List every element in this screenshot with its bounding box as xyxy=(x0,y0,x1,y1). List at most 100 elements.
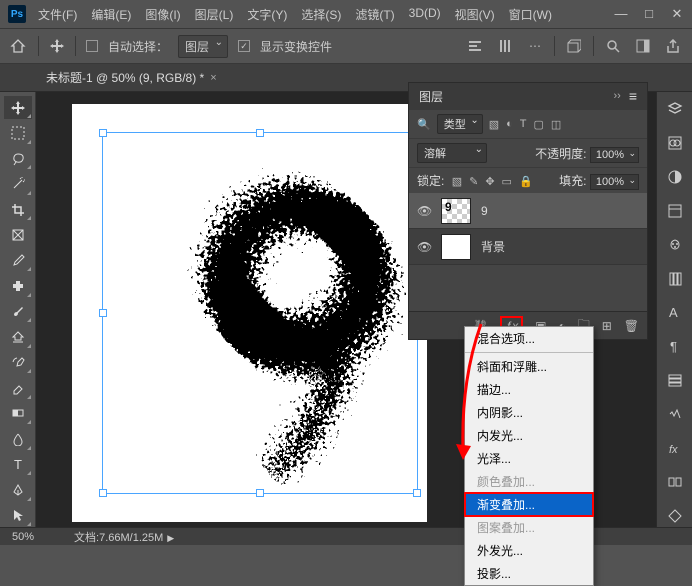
search-icon[interactable] xyxy=(602,35,624,57)
menu-edit[interactable]: 编辑(E) xyxy=(91,6,131,23)
align-icon[interactable] xyxy=(464,35,486,57)
channels-dock-icon[interactable] xyxy=(664,132,686,154)
visibility-toggle-icon[interactable]: 👁 xyxy=(417,204,431,218)
layer-thumbnail[interactable] xyxy=(441,234,471,260)
properties-dock-icon[interactable] xyxy=(664,200,686,222)
menu-drop-shadow[interactable]: 投影... xyxy=(465,562,593,585)
menu-gradient-overlay[interactable]: 渐变叠加... xyxy=(465,493,593,516)
lasso-tool[interactable] xyxy=(4,147,32,170)
lock-position-icon[interactable]: ✥ xyxy=(485,175,494,188)
clone-stamp-tool[interactable] xyxy=(4,325,32,348)
filter-type-select[interactable]: 类型 xyxy=(437,114,483,134)
lock-artboard-icon[interactable]: ▭ xyxy=(502,175,512,188)
delete-layer-icon[interactable]: 🗑 xyxy=(624,319,639,333)
menu-filter[interactable]: 滤镜(T) xyxy=(355,6,394,23)
filter-adjust-icon[interactable]: ◐ xyxy=(506,118,513,131)
crop-tool[interactable] xyxy=(4,198,32,221)
workspace-icon[interactable] xyxy=(632,35,654,57)
home-icon[interactable] xyxy=(8,36,28,56)
doc-size[interactable]: 文档:7.66M/1.25M xyxy=(74,532,163,544)
fill-value[interactable]: 100% xyxy=(590,174,639,190)
navigator-dock-icon[interactable] xyxy=(664,505,686,527)
menu-file[interactable]: 文件(F) xyxy=(38,6,77,23)
transform-bounding-box[interactable] xyxy=(102,132,418,494)
chevron-right-icon[interactable]: ▶ xyxy=(167,533,174,543)
menu-stroke[interactable]: 描边... xyxy=(465,378,593,401)
layer-thumbnail[interactable] xyxy=(441,198,471,224)
transform-handle[interactable] xyxy=(256,129,264,137)
share-icon[interactable] xyxy=(662,35,684,57)
brush-tool[interactable] xyxy=(4,300,32,323)
gradient-tool[interactable] xyxy=(4,402,32,425)
eyedropper-tool[interactable] xyxy=(4,249,32,272)
lock-all-icon[interactable]: 🔒 xyxy=(519,175,533,188)
document-tab[interactable]: 未标题-1 @ 50% (9, RGB/8) * × xyxy=(40,64,223,92)
swatches-dock-icon[interactable] xyxy=(664,234,686,256)
move-tool[interactable] xyxy=(4,96,32,119)
auto-select-target[interactable]: 图层 xyxy=(178,35,228,58)
show-transform-checkbox[interactable]: ✓ xyxy=(238,40,250,52)
layer-name[interactable]: 背景 xyxy=(481,238,505,255)
menu-bevel[interactable]: 斜面和浮雕... xyxy=(465,355,593,378)
visibility-toggle-icon[interactable]: 👁 xyxy=(417,240,431,254)
panel-title[interactable]: 图层 xyxy=(419,88,614,105)
info-dock-icon[interactable] xyxy=(664,403,686,425)
filter-shape-icon[interactable]: ▢ xyxy=(534,118,544,131)
actions-dock-icon[interactable] xyxy=(664,471,686,493)
adjustments-dock-icon[interactable] xyxy=(664,166,686,188)
history-brush-tool[interactable] xyxy=(4,351,32,374)
3d-mode-icon[interactable] xyxy=(563,35,585,57)
layer-row[interactable]: 👁 背景 xyxy=(409,229,647,265)
menu-blend-options[interactable]: 混合选项... xyxy=(465,327,593,350)
filter-smart-icon[interactable]: ◫ xyxy=(551,118,561,131)
styles-dock-icon[interactable]: fx xyxy=(664,437,686,459)
healing-tool[interactable] xyxy=(4,274,32,297)
menu-select[interactable]: 选择(S) xyxy=(301,6,341,23)
transform-handle[interactable] xyxy=(99,129,107,137)
transform-handle[interactable] xyxy=(256,489,264,497)
menu-pattern-overlay[interactable]: 图案叠加... xyxy=(465,516,593,539)
auto-select-checkbox[interactable] xyxy=(86,40,98,52)
opacity-value[interactable]: 100% xyxy=(590,147,639,163)
menu-satin[interactable]: 光泽... xyxy=(465,447,593,470)
lock-transparency-icon[interactable]: ▧ xyxy=(452,175,462,188)
character-dock-icon[interactable]: A xyxy=(664,302,686,324)
filter-type-icon[interactable]: T xyxy=(520,118,527,131)
menu-image[interactable]: 图像(I) xyxy=(145,6,180,23)
new-layer-icon[interactable]: ⊞ xyxy=(602,319,612,333)
overflow-icon[interactable]: ⋯ xyxy=(524,35,546,57)
layers-dock-icon[interactable] xyxy=(664,98,686,120)
menu-layer[interactable]: 图层(L) xyxy=(195,6,234,23)
lock-paint-icon[interactable]: ✎ xyxy=(469,175,478,188)
transform-handle[interactable] xyxy=(99,309,107,317)
eraser-tool[interactable] xyxy=(4,376,32,399)
history-dock-icon[interactable] xyxy=(664,369,686,391)
menu-view[interactable]: 视图(V) xyxy=(455,6,495,23)
filter-pixel-icon[interactable]: ▧ xyxy=(489,118,499,131)
type-tool[interactable]: T xyxy=(4,453,32,476)
blur-tool[interactable] xyxy=(4,427,32,450)
pen-tool[interactable] xyxy=(4,478,32,501)
libraries-dock-icon[interactable] xyxy=(664,268,686,290)
layer-name[interactable]: 9 xyxy=(481,204,488,218)
menu-color-overlay[interactable]: 颜色叠加... xyxy=(465,470,593,493)
blend-mode-select[interactable]: 溶解 xyxy=(417,143,487,163)
window-close-button[interactable]: ✕ xyxy=(670,6,684,22)
panel-collapse-icon[interactable]: ›› xyxy=(614,90,621,102)
paragraph-dock-icon[interactable]: ¶ xyxy=(664,335,686,357)
magic-wand-tool[interactable] xyxy=(4,172,32,195)
layer-row[interactable]: 👁 9 xyxy=(409,193,647,229)
menu-inner-glow[interactable]: 内发光... xyxy=(465,424,593,447)
frame-tool[interactable] xyxy=(4,223,32,246)
menu-inner-shadow[interactable]: 内阴影... xyxy=(465,401,593,424)
menu-3d[interactable]: 3D(D) xyxy=(409,6,441,23)
marquee-tool[interactable] xyxy=(4,121,32,144)
menu-window[interactable]: 窗口(W) xyxy=(509,6,552,23)
menu-type[interactable]: 文字(Y) xyxy=(247,6,287,23)
transform-handle[interactable] xyxy=(99,489,107,497)
distribute-icon[interactable] xyxy=(494,35,516,57)
path-select-tool[interactable] xyxy=(4,504,32,527)
window-maximize-button[interactable]: □ xyxy=(642,6,656,22)
transform-handle[interactable] xyxy=(413,489,421,497)
window-minimize-button[interactable]: — xyxy=(614,6,628,22)
